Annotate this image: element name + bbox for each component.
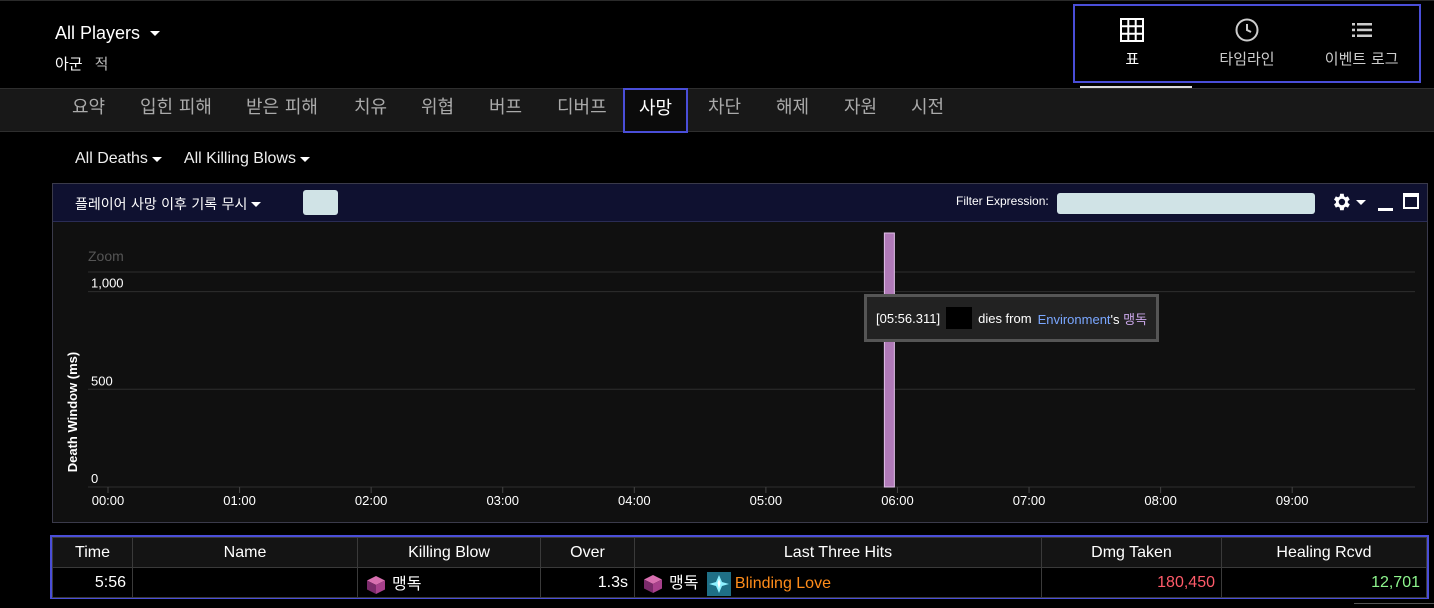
col-dmg-taken[interactable]: Dmg Taken <box>1041 537 1222 568</box>
horizontal-scrollbar[interactable] <box>1354 603 1434 608</box>
tab-damage-taken[interactable]: 받은 피해 <box>246 89 318 131</box>
player-select-label: All Players <box>55 23 141 43</box>
death-chart-panel: 플레이어 사망 이후 기록 무시 Filter Expression: Zoom… <box>52 183 1428 523</box>
chart-tooltip: [05:56.311] dies from Environment's 맹독 <box>864 294 1160 342</box>
tab-deaths[interactable]: 사망 <box>623 88 689 133</box>
col-killing-blow[interactable]: Killing Blow <box>357 537 541 568</box>
chevron-down-icon <box>150 31 161 36</box>
chevron-down-icon <box>1356 199 1366 205</box>
death-window-chart: Zoom 0 500 1,000 Death Window (ms) 00:00 01:00… <box>65 232 1415 508</box>
tab-summary[interactable]: 요약 <box>72 89 105 131</box>
filter-expression-label: Filter Expression: <box>956 194 1049 208</box>
y-tick-label: 0 <box>91 471 98 486</box>
x-tick-label: 07:00 <box>1013 493 1046 508</box>
report-tabs: 요약 입힌 피해 받은 피해 치유 위협 버프 디버프 사망 차단 해제 자원 … <box>0 88 1434 133</box>
view-timeline-button[interactable]: 타임라인 <box>1190 6 1305 81</box>
x-tick-label: 06:00 <box>881 493 914 508</box>
view-table-label: 표 <box>1125 50 1140 68</box>
grid-icon <box>1120 18 1145 42</box>
last-hit-1: 맹독 <box>669 575 699 593</box>
tooltip-ability-link[interactable]: 맹독 <box>1123 312 1147 327</box>
x-tick-label: 00:00 <box>92 493 125 508</box>
poison-cube-icon <box>367 575 385 594</box>
tooltip-source-link[interactable]: Environment <box>1038 312 1111 327</box>
killing-blows-filter-dropdown[interactable]: All Killing Blows <box>184 150 310 168</box>
deaths-filter-dropdown[interactable]: All Deaths <box>75 150 162 168</box>
tab-threat[interactable]: 위협 <box>421 89 454 131</box>
x-tick-label: 03:00 <box>486 493 519 508</box>
gear-icon <box>1334 193 1350 211</box>
wing-icon <box>706 571 731 596</box>
clock-icon <box>1235 18 1259 42</box>
player-select-dropdown[interactable]: All Players <box>55 23 161 44</box>
ignore-after-death-dropdown[interactable]: 플레이어 사망 이후 기록 무시 <box>75 194 262 214</box>
col-time[interactable]: Time <box>52 537 133 568</box>
view-switcher: 표 타임라인 이벤트 로그 <box>1073 4 1421 83</box>
tab-dispels[interactable]: 해제 <box>776 89 809 131</box>
table-header-row: Time Name Killing Blow Over Last Three H… <box>52 537 1427 568</box>
deaths-table: Time Name Killing Blow Over Last Three H… <box>50 535 1429 599</box>
cell-last-three-hits[interactable]: 맹독 Blinding Love <box>634 567 1042 598</box>
x-tick-label: 02:00 <box>355 493 388 508</box>
chevron-down-icon <box>151 156 162 162</box>
filter-expression-input[interactable] <box>1057 193 1315 214</box>
tab-interrupts[interactable]: 차단 <box>708 89 741 131</box>
cell-healing-rcvd: 12,701 <box>1221 567 1427 598</box>
faction-toggle: 아군 적 <box>55 53 108 74</box>
view-timeline-label: 타임라인 <box>1219 50 1275 68</box>
y-tick-label: 1,000 <box>91 276 124 291</box>
ignore-after-death-toggle[interactable] <box>303 190 338 215</box>
y-tick-label: 500 <box>91 373 113 388</box>
ignore-after-death-label: 플레이어 사망 이후 기록 무시 <box>75 197 248 213</box>
last-hit-2: Blinding Love <box>734 575 831 593</box>
col-over[interactable]: Over <box>540 537 635 568</box>
tab-casts[interactable]: 시전 <box>911 89 944 131</box>
x-tick-label: 09:00 <box>1276 493 1309 508</box>
table-row[interactable]: 5:56 맹독 1.3s 맹독 Blinding Love 180,450 12… <box>52 567 1427 598</box>
chevron-down-icon <box>251 201 262 207</box>
col-healing-rcvd[interactable]: Healing Rcvd <box>1221 537 1427 568</box>
faction-enemy[interactable]: 적 <box>95 53 109 74</box>
col-last-three-hits[interactable]: Last Three Hits <box>634 537 1042 568</box>
tab-damage-done[interactable]: 입힌 피해 <box>140 89 212 131</box>
cell-killing-blow[interactable]: 맹독 <box>357 567 541 598</box>
view-eventlog-button[interactable]: 이벤트 로그 <box>1304 6 1419 81</box>
minimize-icon[interactable] <box>1377 195 1395 213</box>
death-filters: All Deaths All Killing Blows <box>75 150 310 168</box>
killing-blow-ability: 맹독 <box>392 576 422 594</box>
y-axis-label: Death Window (ms) <box>65 352 80 473</box>
cell-dmg-taken: 180,450 <box>1041 567 1222 598</box>
tab-resources[interactable]: 자원 <box>844 89 877 131</box>
x-tick-label: 04:00 <box>618 493 651 508</box>
maximize-icon[interactable] <box>1403 193 1419 209</box>
chart-settings-button[interactable] <box>1330 191 1366 213</box>
killing-blows-filter-label: All Killing Blows <box>183 150 296 167</box>
view-table-button[interactable]: 표 <box>1075 6 1190 81</box>
tab-buffs[interactable]: 버프 <box>489 89 522 131</box>
tooltip-possessive: 's <box>1110 311 1120 327</box>
tooltip-dies-from: dies from <box>978 310 1032 326</box>
tooltip-time: [05:56.311] <box>876 310 941 326</box>
tab-debuffs[interactable]: 디버프 <box>557 89 607 131</box>
x-tick-label: 08:00 <box>1144 493 1177 508</box>
tab-healing[interactable]: 치유 <box>354 89 387 131</box>
view-eventlog-label: 이벤트 로그 <box>1324 50 1399 68</box>
x-tick-label: 05:00 <box>750 493 783 508</box>
chart-panel-header: 플레이어 사망 이후 기록 무시 Filter Expression: <box>53 184 1427 222</box>
faction-friendly[interactable]: 아군 <box>55 53 83 74</box>
col-name[interactable]: Name <box>132 537 358 568</box>
death-bar <box>883 232 895 488</box>
report-header: All Players 아군 적 표 타임라인 이벤트 로그 <box>0 0 1434 88</box>
list-icon <box>1351 23 1372 37</box>
deaths-filter-label: All Deaths <box>75 150 148 167</box>
chevron-down-icon <box>299 156 310 162</box>
zoom-label: Zoom <box>88 248 124 264</box>
redacted-player-name <box>946 307 973 329</box>
cell-name[interactable] <box>132 567 358 598</box>
cell-time: 5:56 <box>52 567 133 598</box>
poison-cube-icon <box>644 574 662 593</box>
x-tick-label: 01:00 <box>223 493 256 508</box>
cell-over: 1.3s <box>540 567 635 598</box>
